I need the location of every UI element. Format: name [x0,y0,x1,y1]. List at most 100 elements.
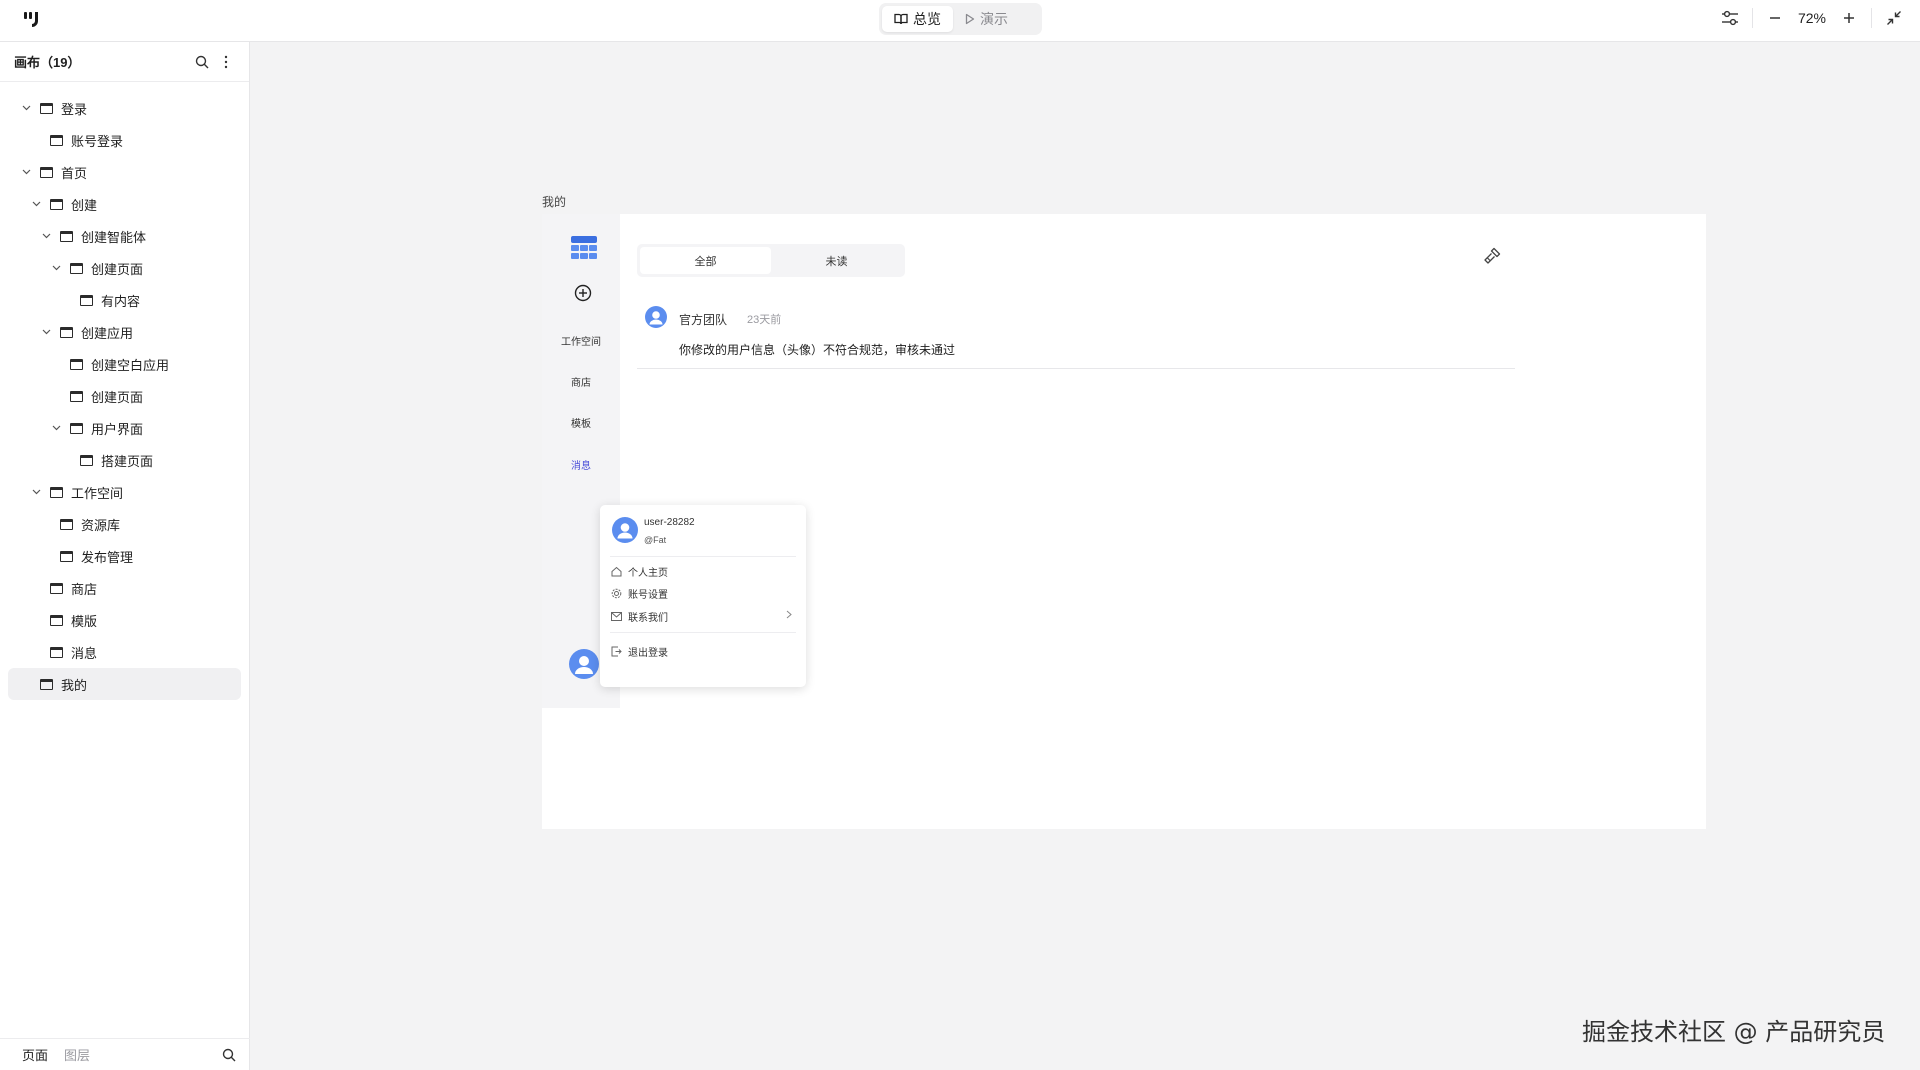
tree-item[interactable]: 模版 [8,604,241,636]
tree-item[interactable]: 创建 [8,188,241,220]
tree-item-label: 商店 [71,581,98,597]
page-icon [70,358,83,370]
chevron-down-icon[interactable] [50,262,62,274]
page-icon [50,646,63,658]
tree-item[interactable]: 首页 [8,156,241,188]
tree-item-label: 首页 [61,165,88,181]
user-avatar-icon [612,517,638,543]
app-logo[interactable] [22,10,44,30]
message-sender: 官方团队 [679,313,728,327]
page-icon [40,678,53,690]
canvas-count-title: 画布（19） [14,55,81,70]
tree-item-label: 创建页面 [91,389,144,405]
menu-item-account-settings[interactable]: 账号设置 [610,582,798,604]
mode-switch: 总览 演示 [879,3,1042,35]
tree-item[interactable]: 资源库 [8,508,241,540]
tree-item-label: 工作空间 [71,485,124,501]
exit-fullscreen-button[interactable] [1880,4,1908,32]
chevron-down-icon[interactable] [40,326,52,338]
logout-icon [610,645,622,657]
my-page-frame: 工作空间 商店 模板 消息 全部 未读 官方团队 23天前 你修改的用户信息（头… [542,214,1706,829]
settings-sliders-button[interactable] [1716,4,1744,32]
tree-item-label: 创建 [71,197,98,213]
nav-template[interactable]: 模板 [542,415,620,430]
page-icon [50,486,63,498]
page-icon [60,518,73,530]
tree-item-label: 发布管理 [81,549,134,565]
app-grid-logo-icon[interactable] [570,234,598,262]
tree-item[interactable]: 消息 [8,636,241,668]
nav-messages[interactable]: 消息 [542,457,620,472]
tree-item-label: 用户界面 [91,421,144,437]
user-avatar-icon[interactable] [569,649,599,679]
top-bar: 总览 演示 72% [0,0,1920,42]
tree-item[interactable]: 发布管理 [8,540,241,572]
tree-item-label: 创建应用 [81,325,134,341]
present-label: 演示 [980,11,1008,27]
search-button[interactable] [191,51,213,73]
tree-item[interactable]: 有内容 [8,284,241,316]
chevron-down-icon[interactable] [30,198,42,210]
menu-item-label: 退出登录 [628,647,668,659]
nav-store[interactable]: 商店 [542,374,620,389]
chevron-down-icon[interactable] [20,166,32,178]
page-icon [40,166,53,178]
menu-item-label: 个人主页 [628,567,668,579]
page-icon [50,198,63,210]
chevron-down-icon[interactable] [30,486,42,498]
tab-layers[interactable]: 图层 [64,1045,90,1064]
page-icon [50,582,63,594]
watermark: 掘金技术社区 @ 产品研究员 [1582,1018,1886,1046]
divider [1752,8,1753,28]
tree-item[interactable]: 创建智能体 [8,220,241,252]
menu-item-contact-us[interactable]: 联系我们 [610,605,798,627]
menu-item-label: 账号设置 [628,589,668,601]
message-body: 你修改的用户信息（头像）不符合规范，审核未通过 [679,343,956,357]
zoom-out-button[interactable] [1761,4,1789,32]
zoom-level[interactable]: 72% [1789,10,1835,26]
chevron-down-icon[interactable] [40,230,52,242]
present-button[interactable]: 演示 [953,6,1020,32]
tree-item-label: 资源库 [81,517,121,533]
page-icon [80,294,93,306]
chevron-down-icon[interactable] [50,422,62,434]
tree-item[interactable]: 登录 [8,92,241,124]
tab-all[interactable]: 全部 [640,247,771,274]
tree-item[interactable]: 创建页面 [8,380,241,412]
tree-item[interactable]: 创建空白应用 [8,348,241,380]
footer-search-button[interactable] [220,1046,238,1064]
tree-item[interactable]: 账号登录 [8,124,241,156]
zoom-in-button[interactable] [1835,4,1863,32]
tree-item[interactable]: 工作空间 [8,476,241,508]
divider [610,632,796,633]
page-tree: 登录 账号登录 首页 创建 创建智能体 创建页面 有内容 创建应用 创建空白应用 创建页面 用户界面… [0,82,249,700]
message-filter-tabs: 全部 未读 [637,244,905,277]
play-icon [965,13,975,25]
tree-item-label: 登录 [61,101,88,117]
tab-unread[interactable]: 未读 [771,247,902,274]
clear-brush-icon[interactable] [1482,246,1502,266]
chevron-right-icon [786,610,792,622]
tab-pages[interactable]: 页面 [22,1045,48,1064]
message-item[interactable]: 官方团队 23天前 你修改的用户信息（头像）不符合规范，审核未通过 [637,306,1515,369]
tree-item[interactable]: 我的 [8,668,241,700]
tree-item[interactable]: 搭建页面 [8,444,241,476]
more-button[interactable] [215,51,237,73]
tree-item-label: 创建页面 [91,261,144,277]
menu-item-profile[interactable]: 个人主页 [610,560,798,582]
overview-label: 总览 [913,11,941,27]
tree-item[interactable]: 用户界面 [8,412,241,444]
tree-item[interactable]: 创建应用 [8,316,241,348]
tree-item[interactable]: 创建页面 [8,252,241,284]
user-menu-popup: user-28282 @Fat 个人主页 账号设置 联系我们 退出登录 [600,505,806,687]
page-icon [60,230,73,242]
sender-avatar-icon [645,306,667,328]
tree-item[interactable]: 商店 [8,572,241,604]
tree-item-label: 创建智能体 [81,229,147,245]
create-plus-icon[interactable] [574,284,592,302]
chevron-down-icon[interactable] [20,102,32,114]
overview-button[interactable]: 总览 [882,6,953,32]
nav-workspace[interactable]: 工作空间 [542,333,620,348]
frame-label[interactable]: 我的 [542,193,566,210]
menu-item-logout[interactable]: 退出登录 [610,640,798,662]
